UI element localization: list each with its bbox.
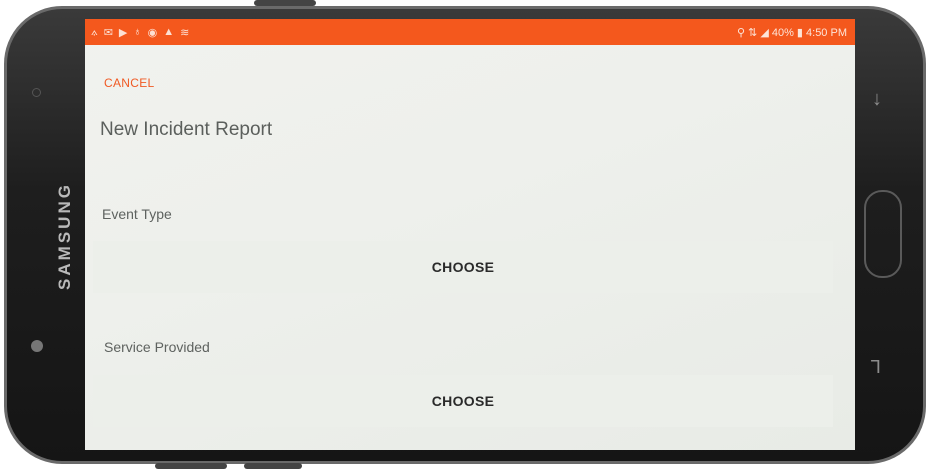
volume-button <box>155 463 227 469</box>
warning-icon: ▲ <box>163 26 175 38</box>
brand-text: SAMSUNG <box>55 182 74 290</box>
mail-icon: ✉ <box>103 26 113 39</box>
power-button <box>254 0 316 6</box>
proximity-sensor <box>32 88 41 97</box>
event-type-label: Event Type <box>102 206 172 222</box>
status-bar: ⟑ ✉ ▶ ♁ ◉ ▲ ≋ ⚲ ⇅ ◢ 40% ▮ 4:50 PM <box>85 19 855 45</box>
wifi-icon: ≋ <box>180 26 190 39</box>
event-type-choose-button[interactable]: CHOOSE <box>93 241 833 293</box>
recent-apps-icon[interactable]: ⅂ <box>871 357 881 378</box>
service-provided-label: Service Provided <box>104 339 210 355</box>
play-icon: ▶ <box>118 26 128 39</box>
notification-icon: ⟑ <box>91 25 98 38</box>
choose-label: CHOOSE <box>431 259 495 275</box>
app-icon: ♁ <box>133 26 142 38</box>
home-button[interactable] <box>864 190 902 278</box>
notification-icons: ⟑ ✉ ▶ ♁ ◉ ▲ ≋ <box>91 26 189 39</box>
service-provided-choose-button[interactable]: CHOOSE <box>93 375 833 427</box>
front-camera <box>31 340 43 352</box>
cancel-button[interactable]: CANCEL <box>104 76 154 90</box>
choose-label: CHOOSE <box>431 393 495 409</box>
page-title: New Incident Report <box>100 119 273 140</box>
status-text: ⚲ ⇅ ◢ 40% ▮ 4:50 PM <box>736 26 847 39</box>
volume-button-2 <box>244 463 302 469</box>
sync-icon: ◉ <box>147 26 158 39</box>
device-screen: ⟑ ✉ ▶ ♁ ◉ ▲ ≋ ⚲ ⇅ ◢ 40% ▮ 4:50 PM CANCEL… <box>85 19 855 450</box>
back-key-icon[interactable]: ↓ <box>872 88 882 111</box>
status-right: ⚲ ⇅ ◢ 40% ▮ 4:50 PM <box>737 26 847 39</box>
